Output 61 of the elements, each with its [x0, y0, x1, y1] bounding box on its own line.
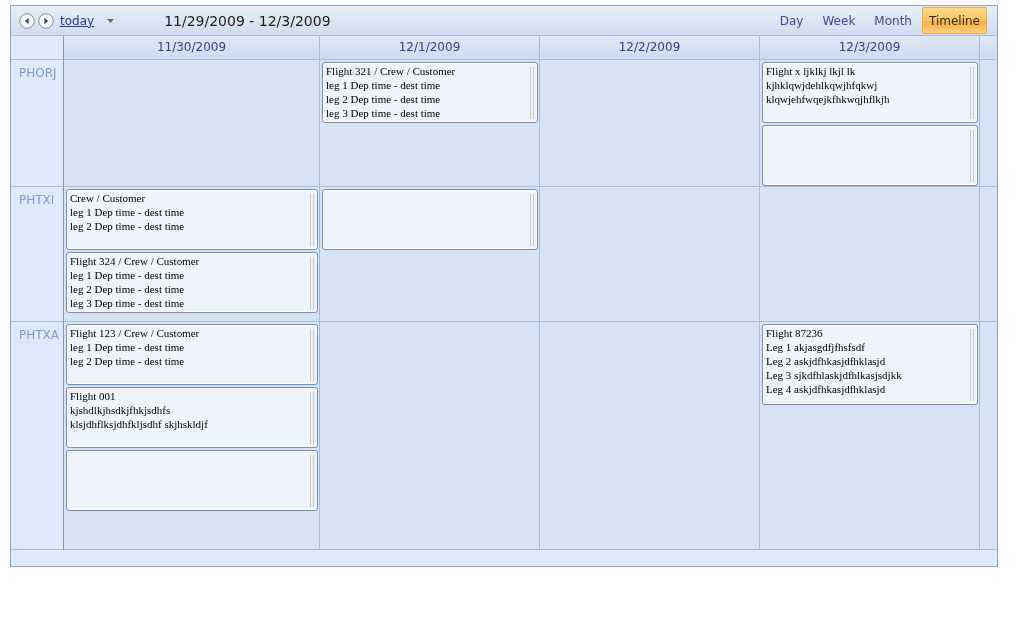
- view-tab[interactable]: Timeline: [921, 7, 987, 34]
- appointment-text: Leg 1 akjasgdfjfhsfsdf: [766, 340, 865, 354]
- grip-lines-icon: [970, 67, 974, 119]
- appointment-text: Flight 123 / Crew / Customer: [70, 326, 200, 340]
- appointment-text: Leg 3 sjkdfhlaskjdfhlkasjsdjkk: [766, 368, 902, 382]
- next-icon[interactable]: [38, 12, 54, 29]
- appointment-text: Flight x ljklkj lkjl lk: [766, 64, 856, 78]
- grip-lines-icon: [530, 194, 534, 246]
- appointment-text: Leg 2 askjdfhkasjdfhklasjd: [766, 354, 886, 368]
- resource-label: PHORJ: [19, 66, 57, 80]
- previous-icon[interactable]: [19, 12, 35, 29]
- appointment-card[interactable]: Flight 123 / Crew / Customer leg 1 Dep time - dest time leg 2 Dep time - dest time: [66, 324, 318, 385]
- column-header: 11/30/2009: [64, 36, 320, 60]
- grip-lines-icon: [530, 67, 534, 119]
- appointment-text: leg 1 Dep time - dest time: [70, 340, 185, 354]
- appointment-text: leg 2 Dep time - dest time: [70, 219, 185, 233]
- resource-label: PHTXA: [19, 328, 60, 342]
- appointment-card[interactable]: [66, 450, 318, 511]
- view-tab[interactable]: Week: [813, 7, 865, 34]
- column-header: 12/1/2009: [320, 36, 540, 60]
- appointment-card[interactable]: Flight 324 / Crew / Customer leg 1 Dep time - dest time leg 2 Dep time - dest time leg 3 Dep time - dest time: [66, 252, 318, 313]
- appointment-text: leg 3 Dep time - dest time: [70, 296, 185, 310]
- view-tab[interactable]: Month: [865, 7, 921, 34]
- appointment-text: kjshdlkjhsdkjfhkjsdhfs: [70, 403, 171, 417]
- appointment-text: leg 1 Dep time - dest time: [70, 205, 185, 219]
- grip-lines-icon: [970, 329, 974, 401]
- appointment-text: leg 1 Dep time - dest time: [70, 268, 185, 282]
- column-header: 12/3/2009: [760, 36, 980, 60]
- appointment-text: Flight 87236: [766, 326, 823, 340]
- view-tab[interactable]: Day: [770, 7, 813, 34]
- appointment-text: Flight 321 / Crew / Customer: [326, 64, 456, 78]
- appointment-text: klsjdhflksjdhfkljsdhf skjhskldjf: [70, 417, 208, 431]
- appointment-text: leg 1 Dep time - dest time: [326, 78, 441, 92]
- column-header: 12/2/2009: [540, 36, 760, 60]
- appointment-text: leg 2 Dep time - dest time: [326, 92, 441, 106]
- caret-icon[interactable]: [107, 18, 115, 23]
- appointment-card[interactable]: [762, 125, 978, 186]
- date-range: 11/29/2009 - 12/3/2009: [164, 12, 331, 29]
- grip-lines-icon: [310, 194, 314, 246]
- appointment-card[interactable]: Flight 87236 Leg 1 akjasgdfjfhsfsdf Leg 2 askjdfhkasjdfhklasjd Leg 3 sjkdfhlaskjdfhlkasjsdjkk Leg 4 askjdfhkasjdfhklasjd: [762, 324, 978, 405]
- grip-lines-icon: [310, 257, 314, 309]
- appointment-text: Flight 324 / Crew / Customer: [70, 254, 200, 268]
- appointment-card[interactable]: Flight 001 kjshdlkjhsdkjfhkjsdhfs klsjdhflksjdhfkljsdhf skjhskldjf: [66, 387, 318, 448]
- appointment-text: Flight 001: [70, 389, 116, 403]
- appointment-text: Crew / Customer: [70, 191, 146, 205]
- resource-label: PHTXI: [19, 193, 55, 207]
- grip-lines-icon: [970, 130, 974, 182]
- appointment-text: klqwjehfwqejkfhkwqjhflkjh: [766, 92, 890, 106]
- today-link[interactable]: today: [60, 13, 95, 28]
- appointment-card[interactable]: [322, 189, 538, 250]
- grip-lines-icon: [310, 329, 314, 381]
- appointment-card[interactable]: Flight 321 / Crew / Customer leg 1 Dep time - dest time leg 2 Dep time - dest time leg 3 Dep time - dest time: [322, 62, 538, 123]
- grip-lines-icon: [310, 392, 314, 444]
- appointment-card[interactable]: Flight x ljklkj lkjl lk kjhklqwjdehlkqwjhfqkwj klqwjehfwqejkfhkwqjhflkjh: [762, 62, 978, 123]
- appointment-text: leg 2 Dep time - dest time: [70, 354, 185, 368]
- grip-lines-icon: [310, 455, 314, 507]
- appointment-text: leg 2 Dep time - dest time: [70, 282, 185, 296]
- appointment-text: leg 3 Dep time - dest time: [326, 106, 441, 120]
- appointment-text: kjhklqwjdehlkqwjhfqkwj: [766, 78, 878, 92]
- appointment-card[interactable]: Crew / Customer leg 1 Dep time - dest time leg 2 Dep time - dest time: [66, 189, 318, 250]
- appointment-text: Leg 4 askjdfhkasjdfhklasjd: [766, 382, 886, 396]
